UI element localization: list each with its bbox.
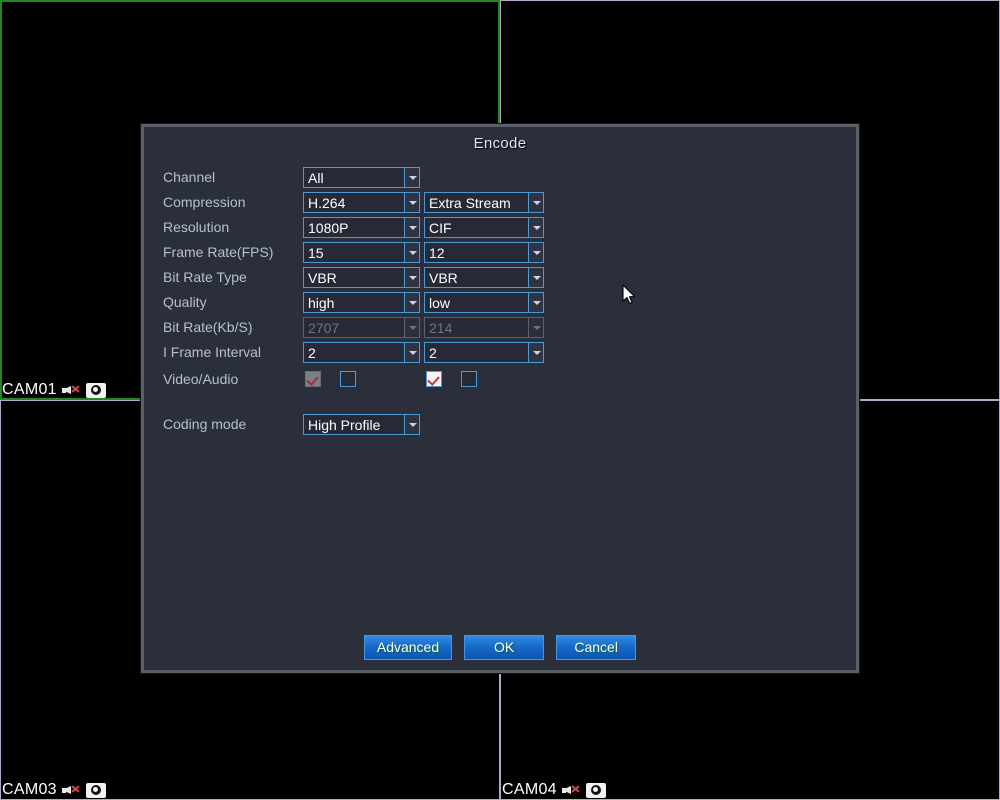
field-label: Video/Audio [163, 370, 239, 387]
quality-main-value: high [308, 294, 335, 311]
field-label: Frame Rate(FPS) [163, 244, 274, 260]
ok-button[interactable]: OK [464, 635, 545, 660]
compression-main-dropdown[interactable]: H.264 [303, 192, 420, 213]
resolution-main-dropdown[interactable]: 1080P [303, 217, 420, 238]
record-icon [85, 782, 106, 798]
bit-rate-main-dropdown: 2707 [303, 317, 420, 338]
camera-label-cam04: CAM04 [502, 781, 606, 799]
frame-rate-main-dropdown[interactable]: 15 [303, 242, 420, 263]
camera-name: CAM03 [2, 781, 57, 798]
coding-mode-value: High Profile [308, 416, 381, 433]
dialog-title: Encode [473, 135, 527, 152]
extra-audio-checkbox[interactable] [461, 371, 477, 387]
chevron-down-icon[interactable] [528, 243, 543, 262]
form-row-video-audio: Video/Audio [163, 365, 544, 393]
form-row-bit-rate-type: Bit Rate Type VBR VBR [163, 265, 544, 290]
cancel-button[interactable]: Cancel [556, 635, 637, 660]
quality-main-dropdown[interactable]: high [303, 292, 420, 313]
stream-type-dropdown[interactable]: Extra Stream [424, 192, 544, 213]
field-label: I Frame Interval [163, 344, 262, 360]
speaker-muted-icon [61, 383, 81, 398]
chevron-down-icon[interactable] [404, 415, 419, 434]
bit-rate-type-extra-value: VBR [429, 269, 458, 286]
i-frame-interval-extra-value: 2 [429, 344, 437, 361]
frame-rate-extra-value: 12 [429, 244, 445, 261]
bit-rate-extra-value: 214 [429, 319, 453, 336]
i-frame-interval-main-value: 2 [308, 344, 316, 361]
chevron-down-icon[interactable] [528, 218, 543, 237]
form-row-quality: Quality high low [163, 290, 544, 315]
form-row-resolution: Resolution 1080P CIF [163, 215, 544, 240]
encode-dialog: Encode Channel All Compression H.264 Ext… [141, 124, 859, 673]
resolution-main-value: 1080P [308, 219, 349, 236]
bit-rate-type-main-value: VBR [308, 269, 337, 286]
field-label: Coding mode [163, 416, 247, 432]
camera-label-cam03: CAM03 [2, 781, 106, 799]
field-label: Quality [163, 294, 207, 310]
chevron-down-icon[interactable] [404, 168, 419, 187]
stream-type-value: Extra Stream [429, 194, 511, 211]
extra-video-checkbox[interactable] [426, 371, 442, 387]
camera-name: CAM01 [2, 381, 57, 398]
form-row-frame-rate: Frame Rate(FPS) 15 12 [163, 240, 544, 265]
record-icon [85, 382, 106, 398]
form-row-coding-mode: Coding mode High Profile [163, 412, 544, 437]
encode-form: Channel All Compression H.264 Extra Stre… [163, 165, 544, 437]
resolution-extra-dropdown[interactable]: CIF [424, 217, 544, 238]
chevron-down-icon[interactable] [404, 343, 419, 362]
dvr-live-view-screen: CAM01 CAM03 CAM04 Encode Channel All Com… [0, 0, 1000, 800]
chevron-down-icon[interactable] [528, 343, 543, 362]
chevron-down-icon[interactable] [528, 268, 543, 287]
resolution-extra-value: CIF [429, 219, 452, 236]
i-frame-interval-extra-dropdown[interactable]: 2 [424, 342, 544, 363]
speaker-muted-icon [561, 783, 581, 798]
chevron-down-icon[interactable] [404, 218, 419, 237]
advanced-button[interactable]: Advanced [363, 635, 453, 660]
camera-label-cam01: CAM01 [2, 381, 106, 399]
form-row-channel: Channel All [163, 165, 544, 190]
i-frame-interval-main-dropdown[interactable]: 2 [303, 342, 420, 363]
record-icon [585, 782, 606, 798]
channel-dropdown[interactable]: All [303, 167, 420, 188]
chevron-down-icon [404, 318, 419, 337]
frame-rate-extra-dropdown[interactable]: 12 [424, 242, 544, 263]
quality-extra-dropdown[interactable]: low [424, 292, 544, 313]
compression-main-value: H.264 [308, 194, 346, 211]
form-row-i-frame-interval: I Frame Interval 2 2 [163, 340, 544, 365]
field-label: Resolution [163, 219, 230, 235]
chevron-down-icon[interactable] [404, 268, 419, 287]
bit-rate-main-value: 2707 [308, 319, 340, 336]
chevron-down-icon[interactable] [404, 293, 419, 312]
bit-rate-type-main-dropdown[interactable]: VBR [303, 267, 420, 288]
form-row-bit-rate: Bit Rate(Kb/S) 2707 214 [163, 315, 544, 340]
field-label: Channel [163, 169, 216, 185]
coding-mode-dropdown[interactable]: High Profile [303, 414, 420, 435]
frame-rate-main-value: 15 [308, 244, 324, 261]
channel-value: All [308, 169, 324, 186]
chevron-down-icon[interactable] [528, 193, 543, 212]
bit-rate-type-extra-dropdown[interactable]: VBR [424, 267, 544, 288]
chevron-down-icon[interactable] [404, 193, 419, 212]
form-row-compression: Compression H.264 Extra Stream [163, 190, 544, 215]
main-audio-checkbox[interactable] [340, 371, 356, 387]
bit-rate-extra-dropdown: 214 [424, 317, 544, 338]
field-label: Compression [163, 194, 246, 210]
chevron-down-icon[interactable] [404, 243, 419, 262]
speaker-muted-icon [61, 783, 81, 798]
main-video-checkbox [305, 371, 321, 387]
camera-name: CAM04 [502, 781, 557, 798]
chevron-down-icon [528, 318, 543, 337]
quality-extra-value: low [429, 294, 451, 311]
chevron-down-icon[interactable] [528, 293, 543, 312]
dialog-button-row: Advanced OK Cancel [144, 635, 856, 660]
field-label: Bit Rate Type [163, 269, 247, 285]
field-label: Bit Rate(Kb/S) [163, 319, 253, 335]
